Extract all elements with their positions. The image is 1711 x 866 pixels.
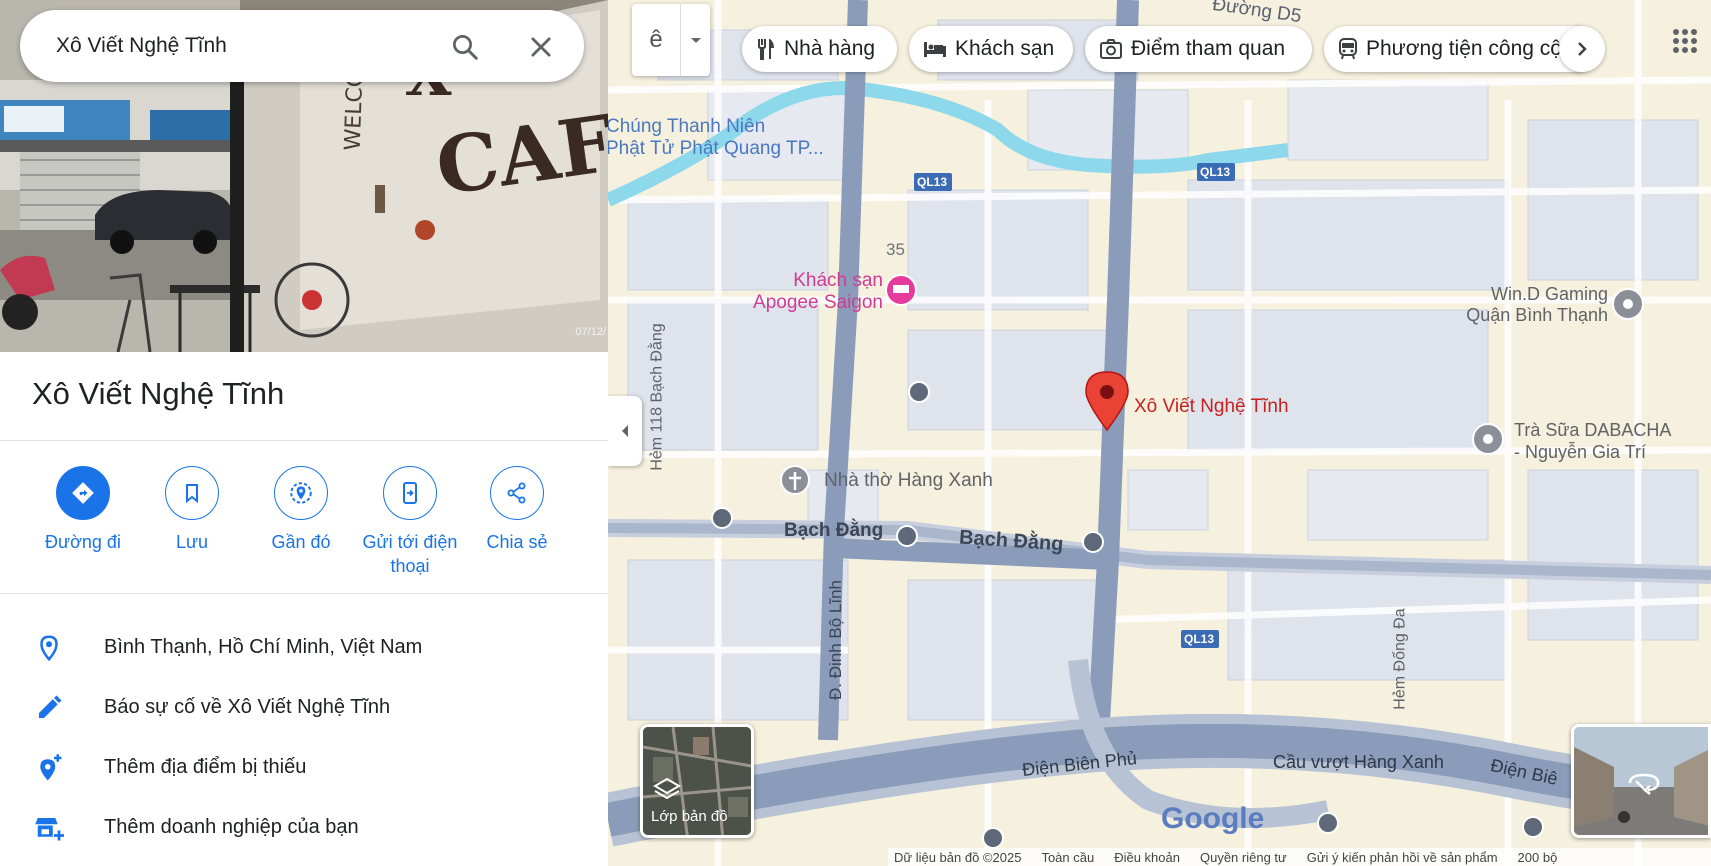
map-type-button[interactable]: ê <box>632 4 680 76</box>
place-label[interactable]: Phật Tử Phật Quang TP... <box>608 138 824 160</box>
nearby-button[interactable]: Gần đó <box>246 466 356 554</box>
layers-button[interactable]: Lớp bản đồ <box>640 724 754 838</box>
chip-transit[interactable]: Phương tiện công cộng <box>1324 26 1599 72</box>
transit-icon <box>1339 38 1357 60</box>
google-logo: Google <box>1161 802 1265 835</box>
layers-icon <box>653 777 681 800</box>
report-issue-text: Báo sự cố về Xô Viết Nghệ Tĩnh <box>104 696 391 718</box>
add-business-text: Thêm doanh nghiệp của bạn <box>104 816 359 838</box>
road-shield-label: QL13 <box>1200 165 1231 179</box>
share-icon <box>507 482 526 504</box>
map-canvas[interactable]: Đường D5 Chúng Thanh Niên Phật Tử Phật Q… <box>608 0 1711 866</box>
street-view-button[interactable] <box>1571 724 1711 838</box>
chip-hotels[interactable]: Khách sạn <box>909 26 1073 72</box>
report-issue-row[interactable]: Báo sự cố về Xô Viết Nghệ Tĩnh <box>0 681 608 733</box>
add-business-icon <box>35 818 64 841</box>
rotate-360-icon <box>1628 773 1660 796</box>
street-label: Hẻm 118 Bạch Đằng <box>648 323 666 471</box>
action-label: Gửi tới điện thoại <box>362 532 458 576</box>
action-label: Gần đó <box>271 532 331 552</box>
map-type-control: ê <box>632 4 710 76</box>
divider <box>0 440 608 441</box>
camera-icon <box>1100 39 1122 59</box>
apps-grid-icon <box>1673 29 1697 53</box>
road-shield-label: QL13 <box>917 175 948 189</box>
search-box <box>20 10 584 82</box>
chips-next-button[interactable] <box>1559 26 1605 72</box>
global-link[interactable]: Toàn cầu <box>1041 850 1094 865</box>
street-label: Cầu vượt Hàng Xanh <box>1273 752 1444 772</box>
street-label: Bạch Đằng <box>784 520 884 541</box>
feedback-link[interactable]: Gửi ý kiến phản hồi về sản phẩm <box>1307 850 1498 865</box>
add-missing-place-row[interactable]: Thêm địa điểm bị thiếu <box>0 741 608 793</box>
place-panel: CAFE X WELCOME 07/12/ <box>0 0 608 866</box>
address-text: Bình Thạnh, Hồ Chí Minh, Việt Nam <box>104 636 423 658</box>
action-label: Lưu <box>175 532 209 552</box>
add-business-row[interactable]: Thêm doanh nghiệp của bạn <box>0 801 608 853</box>
nearby-icon <box>290 482 312 504</box>
chevron-left-icon <box>622 425 628 437</box>
hotel-label[interactable]: Apogee Saigon <box>740 292 883 314</box>
search-icon <box>453 35 478 60</box>
poi-label[interactable]: - Nguyễn Gia Trí <box>1514 442 1646 463</box>
road-shield-label: QL13 <box>1184 632 1215 646</box>
restaurant-icon <box>758 39 774 60</box>
terms-link[interactable]: Điều khoản <box>1114 850 1180 865</box>
privacy-link[interactable]: Quyền riêng tư <box>1200 850 1287 865</box>
search-button[interactable] <box>448 30 482 64</box>
directions-button[interactable]: Đường đi <box>28 466 138 554</box>
action-label: Chia sẻ <box>486 532 548 552</box>
action-label: Đường đi <box>45 532 121 552</box>
chip-label: Nhà hàng <box>784 37 876 60</box>
location-pin-icon <box>40 635 58 662</box>
chip-attractions[interactable]: Điểm tham quan <box>1085 26 1312 72</box>
pencil-icon <box>39 695 62 718</box>
hotel-icon <box>924 42 946 57</box>
clear-search-button[interactable] <box>524 30 558 64</box>
layers-label: Lớp bản đồ <box>651 808 728 825</box>
apps-button[interactable] <box>1670 26 1704 60</box>
map-type-dropdown[interactable] <box>681 4 710 76</box>
maps-app: CAFE X WELCOME 07/12/ <box>0 0 1711 866</box>
poi-label[interactable]: Nhà thờ Hàng Xanh <box>824 470 993 492</box>
save-button[interactable]: Lưu <box>137 466 247 554</box>
copyright-text: Dữ liệu bản đồ ©2025 <box>894 849 1022 865</box>
bookmark-icon <box>186 484 198 504</box>
directions-icon <box>72 482 94 504</box>
chevron-right-icon <box>1578 42 1587 56</box>
street-label: Hẻm Đống Đa <box>1391 608 1409 710</box>
map-footer: Dữ liệu bản đồ ©2025 Toàn cầu Điều khoản… <box>888 848 1711 866</box>
chip-label: Phương tiện công cộng <box>1366 37 1586 60</box>
poi-label[interactable]: Quận Bình Thạnh <box>1428 305 1608 326</box>
add-location-icon <box>40 754 62 781</box>
photo-date: 07/12/ <box>575 326 606 338</box>
share-button[interactable]: Chia sẻ <box>462 466 572 554</box>
hotel-label[interactable]: Khách sạn <box>783 270 883 292</box>
place-title: Xô Viết Nghệ Tĩnh <box>32 376 285 411</box>
collapse-panel-button[interactable] <box>608 396 642 466</box>
street-label: Đ. Đinh Bộ Lĩnh <box>826 579 846 701</box>
house-number-label: 35 <box>886 240 905 259</box>
search-input[interactable] <box>56 30 436 62</box>
address-row[interactable]: Bình Thạnh, Hồ Chí Minh, Việt Nam <box>0 621 608 673</box>
poi-label[interactable]: Win.D Gaming <box>1458 284 1608 305</box>
send-to-phone-button[interactable]: Gửi tới điện thoại <box>355 466 465 578</box>
chip-label: Điểm tham quan <box>1131 37 1286 60</box>
chevron-down-icon <box>690 38 701 43</box>
marker-label[interactable]: Xô Viết Nghệ Tĩnh <box>1134 396 1289 418</box>
poi-label[interactable]: Trà Sữa DABACHA <box>1514 420 1671 441</box>
chip-label: Khách sạn <box>955 37 1055 60</box>
scale-label[interactable]: 200 bộ <box>1518 850 1558 865</box>
divider <box>0 593 608 594</box>
send-to-phone-icon <box>403 482 417 504</box>
chip-restaurants[interactable]: Nhà hàng <box>742 26 897 72</box>
close-icon <box>531 37 551 57</box>
place-label[interactable]: Chúng Thanh Niên <box>608 116 765 138</box>
add-missing-place-text: Thêm địa điểm bị thiếu <box>104 756 307 778</box>
